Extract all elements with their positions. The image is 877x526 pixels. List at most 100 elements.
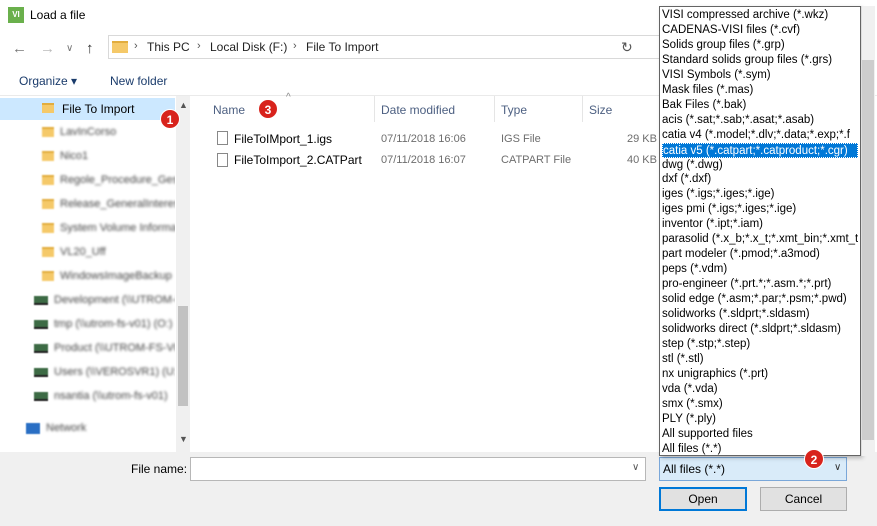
dropdown-option[interactable]: smx (*.smx) <box>662 397 858 412</box>
chevron-right-icon[interactable]: › <box>134 40 138 52</box>
app-icon: VI <box>8 7 24 23</box>
dropdown-option[interactable]: CADENAS-VISI files (*.cvf) <box>662 23 858 38</box>
breadcrumb-local-disk[interactable]: Local Disk (F:) <box>210 40 287 54</box>
dropdown-option[interactable]: All supported files <box>662 427 858 442</box>
organize-button[interactable]: Organize ▾ <box>19 74 77 88</box>
sidebar-item-nsantia[interactable]: nsantia (\\utrom-fs-v01) <box>0 386 175 408</box>
column-header-date[interactable]: Date modified <box>381 103 455 117</box>
chevron-down-icon[interactable]: ∨ <box>632 462 639 473</box>
dropdown-option[interactable]: nx unigraphics (*.prt) <box>662 367 858 382</box>
dropdown-option[interactable]: VISI compressed archive (*.wkz) <box>662 8 858 23</box>
file-name: FileToImport_2.CATPart <box>234 153 362 167</box>
file-date: 07/11/2018 16:06 <box>381 133 466 145</box>
chevron-right-icon[interactable]: › <box>197 40 201 52</box>
dropdown-option[interactable]: vda (*.vda) <box>662 382 858 397</box>
sidebar-scroll-thumb[interactable] <box>178 306 188 406</box>
sidebar-item-tmp[interactable]: tmp (\\utrom-fs-v01) (O:) <box>0 314 175 336</box>
dropdown-scroll-thumb[interactable] <box>862 60 874 440</box>
dropdown-option[interactable]: pro-engineer (*.prt.*;*.asm.*;*.prt) <box>662 277 858 292</box>
chevron-down-icon[interactable]: ∨ <box>834 462 841 473</box>
recent-dropdown-icon[interactable]: ∨ <box>66 43 73 54</box>
new-folder-button[interactable]: New folder <box>110 74 167 88</box>
column-divider[interactable] <box>494 96 495 122</box>
dropdown-option[interactable]: iges (*.igs;*.iges;*.ige) <box>662 187 858 202</box>
dropdown-option[interactable]: Bak Files (*.bak) <box>662 98 858 113</box>
cancel-button[interactable]: Cancel <box>760 487 847 511</box>
scroll-down-icon[interactable]: ▼ <box>179 434 188 444</box>
dropdown-option[interactable]: part modeler (*.pmod;*.a3mod) <box>662 247 858 262</box>
file-row[interactable]: FileToImport_2.CATPart 07/11/2018 16:07 … <box>212 150 658 172</box>
dropdown-option[interactable]: catia v4 (*.model;*.dlv;*.data;*.exp;*.f <box>662 128 858 143</box>
folder-icon <box>42 271 54 281</box>
forward-arrow-icon[interactable]: → <box>40 40 55 57</box>
file-name-input[interactable] <box>190 457 646 481</box>
sidebar-item-release[interactable]: Release_GeneralInterest <box>0 194 175 216</box>
dropdown-option[interactable]: solidworks direct (*.sldprt;*.sldasm) <box>662 322 858 337</box>
sidebar-item-nico1[interactable]: Nico1 <box>0 146 175 168</box>
network-drive-icon <box>34 392 48 401</box>
sidebar-item-windows-backup[interactable]: WindowsImageBackup <box>0 266 175 288</box>
dropdown-option[interactable]: catia v5 (*.catpart;*.catproduct;*.cgr) <box>662 142 858 158</box>
dropdown-option[interactable]: parasolid (*.x_b;*.x_t;*.xmt_bin;*.xmt_t <box>662 232 858 247</box>
address-bar[interactable] <box>108 35 660 59</box>
dropdown-option[interactable]: Solids group files (*.grp) <box>662 38 858 53</box>
dropdown-option[interactable]: Mask files (*.mas) <box>662 83 858 98</box>
dropdown-option[interactable]: dxf (*.dxf) <box>662 172 858 187</box>
dropdown-option[interactable]: VISI Symbols (*.sym) <box>662 68 858 83</box>
column-divider[interactable] <box>582 96 583 122</box>
sidebar-item-label: Release_GeneralInterest <box>60 198 175 210</box>
sidebar-item-regole[interactable]: Regole_Procedure_Gestione <box>0 170 175 192</box>
sidebar-item-label: tmp (\\utrom-fs-v01) (O:) <box>54 318 173 330</box>
column-header-type[interactable]: Type <box>501 103 527 117</box>
sidebar-item-label: Users (\\VEROSVR1) (U:) <box>54 366 175 378</box>
breadcrumb-this-pc[interactable]: This PC <box>147 40 190 54</box>
folder-icon <box>42 175 54 185</box>
sidebar-item-development[interactable]: Development (\\UTROM-FS <box>0 290 175 312</box>
file-icon <box>217 131 228 145</box>
sidebar-item-users[interactable]: Users (\\VEROSVR1) (U:) <box>0 362 175 384</box>
scroll-up-icon[interactable]: ▲ <box>179 100 188 110</box>
sidebar-item-file-to-import[interactable]: File To Import <box>0 98 175 120</box>
file-type-dropdown-list: VISI compressed archive (*.wkz) CADENAS-V… <box>659 6 861 456</box>
dropdown-option[interactable]: stl (*.stl) <box>662 352 858 367</box>
sidebar-item-label: File To Import <box>62 102 135 116</box>
up-arrow-icon[interactable]: ↑ <box>86 40 94 57</box>
file-type-filter-value: All files (*.*) <box>663 462 726 476</box>
folder-icon <box>42 223 54 233</box>
dropdown-option[interactable]: peps (*.vdm) <box>662 262 858 277</box>
dropdown-option[interactable]: inventor (*.ipt;*.iam) <box>662 217 858 232</box>
file-row[interactable]: FileToIMport_1.igs 07/11/2018 16:06 IGS … <box>212 128 658 150</box>
dropdown-option[interactable]: All files (*.*) <box>662 442 858 455</box>
sidebar-item-network[interactable]: Network <box>0 418 175 440</box>
window-title: Load a file <box>30 8 86 22</box>
network-drive-icon <box>34 296 48 305</box>
column-header-name[interactable]: Name <box>213 103 245 117</box>
dropdown-option[interactable]: solid edge (*.asm;*.par;*.psm;*.pwd) <box>662 292 858 307</box>
dropdown-option[interactable]: step (*.stp;*.step) <box>662 337 858 352</box>
network-icon <box>26 423 40 434</box>
refresh-icon[interactable]: ↻ <box>621 39 633 56</box>
folder-icon <box>42 103 54 113</box>
dropdown-option[interactable]: acis (*.sat;*.sab;*.asat;*.asab) <box>662 113 858 128</box>
dropdown-option[interactable]: Standard solids group files (*.grs) <box>662 53 858 68</box>
sidebar-item-label: LavInCorso <box>60 126 117 138</box>
folder-icon <box>42 199 54 209</box>
dropdown-option[interactable]: solidworks (*.sldprt;*.sldasm) <box>662 307 858 322</box>
column-header-size[interactable]: Size <box>589 103 612 117</box>
column-divider[interactable] <box>374 96 375 122</box>
open-button[interactable]: Open <box>659 487 747 511</box>
folder-icon <box>42 151 54 161</box>
sort-indicator-icon: ^ <box>286 92 291 103</box>
sidebar-item-product[interactable]: Product (\\UTROM-FS-V01) <box>0 338 175 360</box>
dropdown-option[interactable]: dwg (*.dwg) <box>662 158 858 173</box>
sidebar-item-system-volume[interactable]: System Volume Information <box>0 218 175 240</box>
address-folder-icon <box>112 41 128 53</box>
chevron-right-icon[interactable]: › <box>293 40 297 52</box>
back-arrow-icon[interactable]: ← <box>12 40 27 57</box>
dropdown-option[interactable]: PLY (*.ply) <box>662 412 858 427</box>
sidebar-item-vl20[interactable]: VL20_Uff <box>0 242 175 264</box>
network-drive-icon <box>34 320 48 329</box>
sidebar-item-lavincorso[interactable]: LavInCorso <box>0 122 175 144</box>
breadcrumb-file-to-import[interactable]: File To Import <box>306 40 378 54</box>
dropdown-option[interactable]: iges pmi (*.igs;*.iges;*.ige) <box>662 202 858 217</box>
